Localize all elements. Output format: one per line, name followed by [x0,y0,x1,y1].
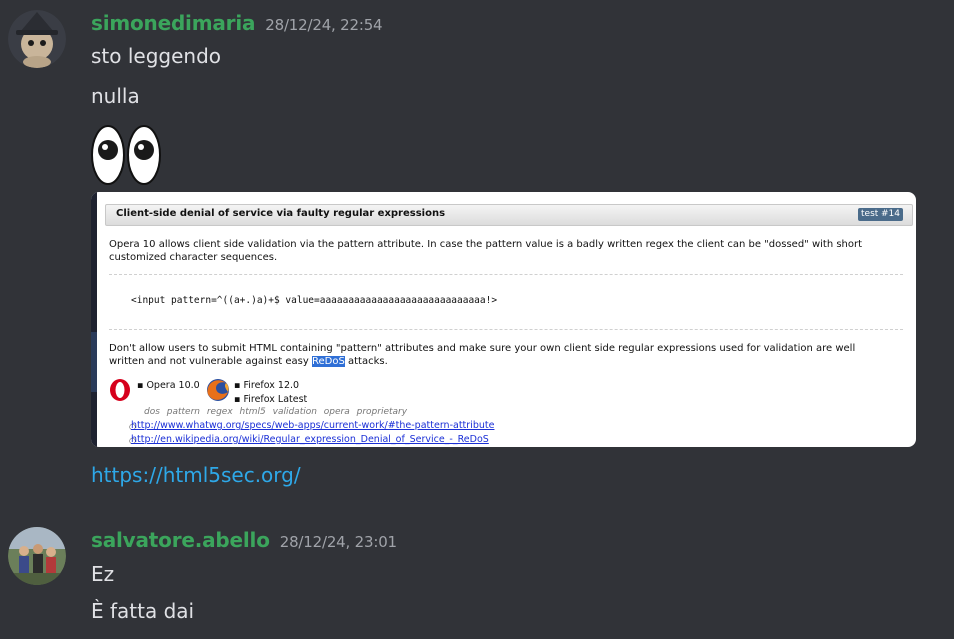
message-text: sto leggendo [91,44,222,68]
opera-icon [109,379,131,405]
image-edge [91,332,97,392]
embed-paragraph: Opera 10 allows client side validation v… [109,239,863,250]
code-text: <input pattern=^((a+.)a)+$ value=aaaaaaa… [131,295,498,306]
paragraph-text: written and not vulnerable against easy [109,356,312,367]
username-text[interactable]: salvatore.abello [91,528,270,552]
message-link[interactable]: https://html5sec.org/ [91,463,301,487]
message-text: Ez [91,562,115,586]
code-block: <input pattern=^((a+.)a)+$ value=aaaaaaa… [109,274,903,330]
timestamp: 28/12/24, 23:01 [279,533,397,551]
firefox-icon [206,378,230,406]
avatar[interactable] [8,10,66,68]
embed-paragraph: customized character sequences. [109,252,278,263]
browser-version: ▪ Firefox Latest [234,394,308,405]
screenshot-attachment[interactable]: Client-side denial of service via faulty… [91,192,916,447]
username-text[interactable]: simonedimaria [91,11,255,35]
embed-title: Client-side denial of service via faulty… [116,208,446,219]
message-text: È fatta dai [91,599,195,623]
highlighted-text: ReDoS [311,356,345,367]
paragraph-text: attacks. [344,356,388,367]
avatar[interactable] [8,527,66,585]
timestamp: 28/12/24, 22:54 [265,16,383,34]
message-text: nulla [91,84,140,108]
tag-badge: #14 [878,208,903,221]
browser-version: ▪ Firefox 12.0 [234,380,300,391]
reference-link[interactable]: http://www.whatwg.org/specs/web-apps/cur… [131,420,494,431]
reference-link[interactable]: http://en.wikipedia.org/wiki/Regular_exp… [131,434,489,445]
embed-header: Client-side denial of service via faulty… [105,204,913,226]
browser-version: ▪ Opera 10.0 [137,380,200,391]
image-edge [91,192,97,447]
eyes-emoji [91,124,165,186]
username[interactable]: simonedimaria 28/12/24, 22:54 [91,11,383,35]
keyword-tags: dos pattern regex html5 validation opera… [144,407,408,417]
embed-paragraph: Don't allow users to submit HTML contain… [109,343,856,354]
embed-paragraph: written and not vulnerable against easy … [109,355,388,368]
username[interactable]: salvatore.abello 28/12/24, 23:01 [91,528,397,552]
